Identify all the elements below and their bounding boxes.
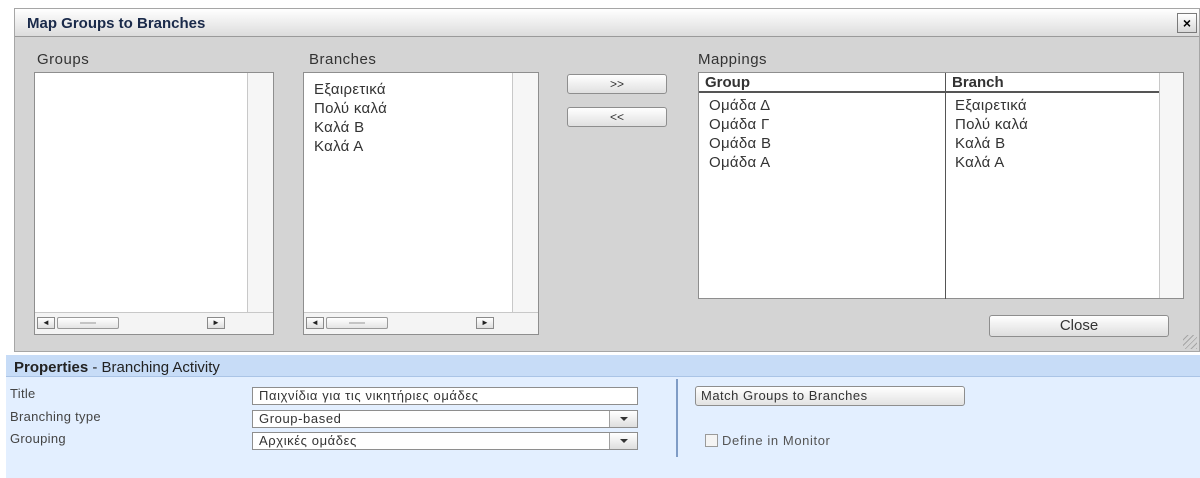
branching-type-select[interactable]: Group-based — [252, 410, 638, 428]
dialog-title: Map Groups to Branches — [27, 15, 206, 32]
branches-list[interactable]: Εξαιρετικά Πολύ καλά Καλά Β Καλά Α ◄ ► — [303, 72, 539, 335]
mappings-label: Mappings — [698, 51, 768, 68]
properties-title-rest: - Branching Activity — [88, 359, 220, 376]
mapping-group-cell[interactable]: Ομάδα Δ — [709, 97, 770, 114]
mapping-branch-cell[interactable]: Πολύ καλά — [955, 116, 1028, 133]
close-button[interactable]: Close — [989, 315, 1169, 337]
properties-header: Properties - Branching Activity — [6, 355, 1200, 377]
groups-horizontal-scrollbar[interactable]: ◄ ► — [35, 312, 273, 334]
scroll-thumb[interactable] — [326, 317, 388, 329]
mapping-branch-cell[interactable]: Καλά Α — [955, 154, 1005, 171]
add-mapping-button[interactable]: >> — [567, 74, 667, 94]
list-item[interactable]: Εξαιρετικά — [314, 81, 386, 98]
mapping-branch-cell[interactable]: Εξαιρετικά — [955, 97, 1027, 114]
list-item[interactable]: Καλά Β — [314, 119, 364, 136]
group-column-header: Group — [699, 73, 945, 93]
column-divider — [945, 93, 946, 299]
mapping-group-cell[interactable]: Ομάδα Β — [709, 135, 771, 152]
groups-list[interactable]: ◄ ► — [34, 72, 274, 335]
properties-divider — [676, 379, 678, 457]
branches-horizontal-scrollbar[interactable]: ◄ ► — [304, 312, 538, 334]
close-icon[interactable]: × — [1177, 13, 1197, 33]
mapping-group-cell[interactable]: Ομάδα Α — [709, 154, 770, 171]
branch-column-header: Branch — [945, 73, 1159, 93]
scroll-left-icon[interactable]: ◄ — [306, 317, 324, 329]
branches-label: Branches — [309, 51, 377, 68]
scroll-right-icon[interactable]: ► — [476, 317, 494, 329]
properties-panel: Properties - Branching Activity Title Πα… — [6, 355, 1200, 478]
scroll-right-icon[interactable]: ► — [207, 317, 225, 329]
groups-vertical-scrollbar[interactable] — [247, 73, 273, 334]
dialog-titlebar[interactable]: Map Groups to Branches × — [15, 9, 1199, 37]
mapping-group-cell[interactable]: Ομάδα Γ — [709, 116, 770, 133]
title-field[interactable]: Παιχνίδια για τις νικητήριες ομάδες — [252, 387, 638, 405]
define-in-monitor-checkbox[interactable] — [705, 434, 718, 447]
map-groups-dialog: Map Groups to Branches × Groups Branches… — [14, 8, 1200, 352]
branches-vertical-scrollbar[interactable] — [512, 73, 538, 334]
title-label: Title — [10, 386, 36, 401]
remove-mapping-button[interactable]: << — [567, 107, 667, 127]
define-in-monitor-label: Define in Monitor — [722, 433, 831, 448]
groups-label: Groups — [37, 51, 90, 68]
resize-grip-icon[interactable] — [1183, 335, 1197, 349]
list-item[interactable]: Πολύ καλά — [314, 100, 387, 117]
grouping-label: Grouping — [10, 431, 66, 446]
branching-type-label: Branching type — [10, 409, 101, 424]
chevron-down-icon[interactable] — [609, 433, 637, 449]
scroll-left-icon[interactable]: ◄ — [37, 317, 55, 329]
mapping-branch-cell[interactable]: Καλά Β — [955, 135, 1005, 152]
chevron-down-icon[interactable] — [609, 411, 637, 427]
match-groups-button[interactable]: Match Groups to Branches — [695, 386, 965, 406]
list-item[interactable]: Καλά Α — [314, 138, 364, 155]
grouping-select[interactable]: Αρχικές ομάδες — [252, 432, 638, 450]
grouping-value: Αρχικές ομάδες — [259, 433, 357, 448]
mappings-table[interactable]: Group Branch Ομάδα Δ Εξαιρετικά Ομάδα Γ … — [698, 72, 1184, 299]
properties-title-bold: Properties — [14, 359, 89, 376]
branching-type-value: Group-based — [259, 411, 342, 426]
mappings-vertical-scrollbar[interactable] — [1159, 73, 1183, 298]
properties-title: Properties - Branching Activity — [14, 359, 220, 376]
scroll-thumb[interactable] — [57, 317, 119, 329]
